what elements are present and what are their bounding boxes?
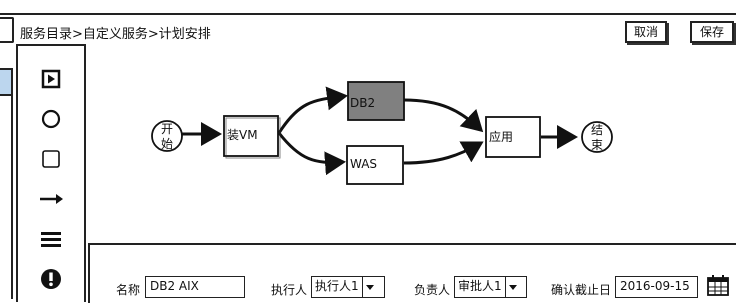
- svg-text:束: 束: [591, 138, 603, 152]
- svg-text:开: 开: [161, 122, 173, 136]
- name-label: 名称: [116, 283, 141, 297]
- svg-text:WAS: WAS: [350, 157, 377, 171]
- executor-select-value: 执行人1: [312, 277, 363, 297]
- connector-vm-to-db2: [277, 86, 348, 134]
- executor-label: 执行人: [271, 283, 308, 297]
- node-db2[interactable]: DB2: [347, 81, 405, 121]
- connector-vm-to-was: [277, 132, 346, 176]
- node-install-vm[interactable]: 装VM: [223, 115, 281, 159]
- palette-item-list[interactable]: [18, 224, 84, 254]
- left-panel-tab-selected[interactable]: [0, 68, 13, 96]
- save-button[interactable]: 保存: [690, 21, 734, 43]
- connector-was-to-app: [403, 141, 484, 165]
- svg-text:始: 始: [161, 137, 173, 151]
- svg-text:装VM: 装VM: [227, 128, 258, 142]
- owner-select-value: 审批人1: [455, 277, 506, 297]
- circle-icon: [41, 109, 61, 129]
- name-field[interactable]: DB2 AIX: [145, 276, 245, 298]
- executor-select[interactable]: 执行人1: [311, 276, 385, 298]
- exclamation-icon: [41, 269, 61, 289]
- chevron-down-icon: [506, 277, 520, 297]
- node-app[interactable]: 应用: [485, 116, 541, 158]
- connector-db2-to-app: [403, 98, 484, 133]
- breadcrumb: 服务目录>自定义服务>计划安排: [20, 27, 211, 42]
- tool-palette: [16, 44, 86, 302]
- svg-text:应用: 应用: [489, 129, 513, 144]
- node-start[interactable]: 开 始: [151, 120, 183, 152]
- top-border: [0, 13, 736, 15]
- palette-item-task[interactable]: [18, 144, 84, 174]
- left-border: [11, 96, 13, 299]
- palette-item-connector[interactable]: [18, 184, 84, 214]
- calendar-icon[interactable]: [706, 273, 730, 301]
- owner-select[interactable]: 审批人1: [454, 276, 527, 298]
- owner-label: 负责人: [414, 283, 451, 297]
- deadline-field[interactable]: 2016-09-15: [615, 276, 698, 298]
- arrow-right-icon: [40, 194, 63, 204]
- menu-lines-icon: [41, 232, 61, 247]
- palette-item-event[interactable]: [18, 104, 84, 134]
- svg-text:DB2: DB2: [350, 96, 375, 110]
- play-icon: [41, 69, 61, 89]
- svg-text:结: 结: [591, 123, 603, 137]
- node-was[interactable]: WAS: [346, 145, 404, 185]
- deadline-label: 确认截止日: [551, 283, 612, 297]
- left-panel-tab[interactable]: [0, 17, 14, 43]
- workflow-canvas[interactable]: 开 始 装VM DB2 WAS 应用 结 束: [88, 44, 736, 242]
- square-icon: [42, 150, 60, 168]
- cancel-button[interactable]: 取消: [625, 21, 667, 43]
- palette-item-alert[interactable]: [18, 264, 84, 294]
- chevron-down-icon: [363, 277, 377, 297]
- node-end[interactable]: 结 束: [581, 121, 613, 153]
- palette-item-start[interactable]: [18, 64, 84, 94]
